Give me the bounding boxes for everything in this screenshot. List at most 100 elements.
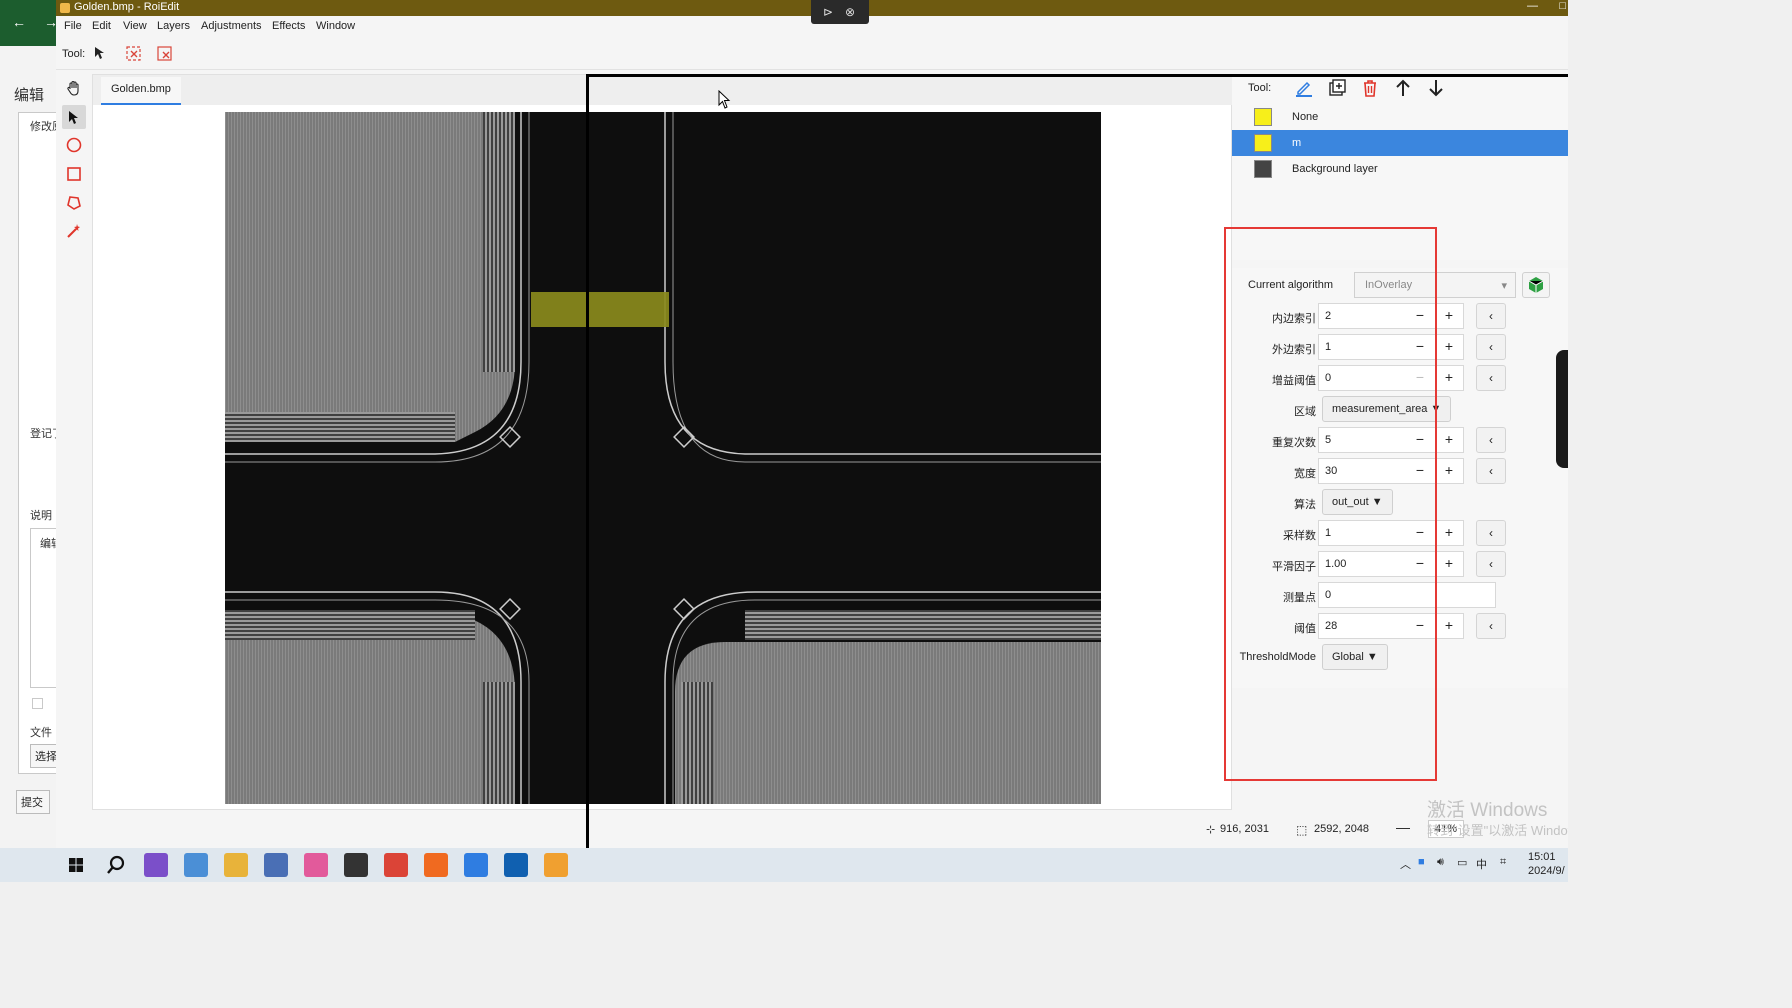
algorithm-select[interactable]: InOverlay ▾ bbox=[1354, 272, 1516, 298]
hand-icon[interactable] bbox=[62, 76, 86, 100]
layer-color-swatch bbox=[1254, 160, 1272, 178]
reset-value-button[interactable]: ‹ bbox=[1476, 303, 1506, 329]
increment-button[interactable]: + bbox=[1436, 303, 1462, 329]
property-label: 算法 bbox=[1294, 499, 1316, 511]
properties-panel: Current algorithm InOverlay ▾ 内边索引 2− + ‹ 外边… bbox=[1232, 268, 1568, 688]
layer-item[interactable]: None bbox=[1232, 104, 1568, 130]
menu-window[interactable]: Window bbox=[316, 20, 355, 32]
increment-button[interactable]: + bbox=[1436, 613, 1462, 639]
chrome-icon[interactable] bbox=[384, 853, 408, 877]
decrement-button[interactable]: − bbox=[1407, 303, 1433, 329]
reset-value-button[interactable]: ‹ bbox=[1476, 458, 1506, 484]
apply-algorithm-button[interactable] bbox=[1522, 272, 1550, 298]
menu-effects[interactable]: Effects bbox=[272, 20, 305, 32]
increment-button[interactable]: + bbox=[1436, 427, 1462, 453]
side-handle[interactable] bbox=[1556, 350, 1568, 468]
layer-item-selected[interactable]: m bbox=[1232, 130, 1568, 156]
edit-layer-icon[interactable] bbox=[1294, 78, 1314, 98]
layers-tool-label: Tool: bbox=[1248, 82, 1272, 94]
magic-wand-icon[interactable] bbox=[62, 219, 86, 243]
network-icon[interactable]: ▭ bbox=[1457, 856, 1467, 869]
add-layer-icon[interactable] bbox=[1327, 78, 1347, 98]
search-icon[interactable] bbox=[104, 853, 128, 877]
slack-icon[interactable] bbox=[304, 853, 328, 877]
image-view[interactable] bbox=[225, 112, 1101, 804]
decrement-button[interactable]: − bbox=[1407, 458, 1433, 484]
menu-adjustments[interactable]: Adjustments bbox=[201, 20, 262, 32]
decrement-button[interactable]: − bbox=[1407, 613, 1433, 639]
file-explorer-icon[interactable] bbox=[224, 853, 248, 877]
property-dropdown[interactable]: Global ▼ bbox=[1322, 644, 1388, 670]
circle-icon[interactable] bbox=[62, 133, 86, 157]
taskbar: ︿ ■ 🔊︎ ▭ 中 ⌗ 15:01 2024/9/ bbox=[0, 848, 1568, 882]
menu-file[interactable]: File bbox=[64, 20, 82, 32]
rectangle-icon[interactable] bbox=[62, 162, 86, 186]
minimize-button[interactable]: — bbox=[1527, 0, 1538, 12]
property-label: 测量点 bbox=[1283, 592, 1316, 604]
reset-value-button[interactable]: ‹ bbox=[1476, 365, 1506, 391]
increment-button[interactable]: + bbox=[1436, 551, 1462, 577]
increment-button[interactable]: + bbox=[1436, 365, 1462, 391]
back-arrow-icon[interactable]: ← bbox=[12, 14, 26, 30]
photos-icon[interactable] bbox=[184, 853, 208, 877]
roi-overlay[interactable] bbox=[531, 292, 669, 327]
tool-icon[interactable] bbox=[464, 853, 488, 877]
decrement-button[interactable]: − bbox=[1407, 551, 1433, 577]
msg-icon[interactable] bbox=[344, 853, 368, 877]
property-input[interactable]: 0 bbox=[1318, 582, 1496, 608]
zoom-out-button[interactable]: — bbox=[1396, 819, 1410, 835]
clear-selection-icon[interactable] bbox=[126, 46, 142, 62]
tray-expand-icon[interactable]: ︿ bbox=[1400, 856, 1411, 872]
increment-button[interactable]: + bbox=[1436, 334, 1462, 360]
pointer-icon[interactable] bbox=[94, 46, 110, 62]
increment-button[interactable]: + bbox=[1436, 458, 1462, 484]
decrement-button[interactable]: − bbox=[1407, 427, 1433, 453]
move-layer-down-icon[interactable] bbox=[1426, 78, 1446, 98]
move-layer-up-icon[interactable] bbox=[1393, 78, 1413, 98]
keyboard-icon[interactable]: ⌗ bbox=[1500, 856, 1506, 869]
tray-app-icon[interactable]: ■ bbox=[1418, 856, 1425, 868]
unity-icon[interactable] bbox=[424, 853, 448, 877]
current-algorithm-label: Current algorithm bbox=[1248, 279, 1333, 291]
left-toolbox bbox=[56, 74, 92, 814]
notepad-icon[interactable] bbox=[264, 853, 288, 877]
visual-studio-icon[interactable] bbox=[144, 853, 168, 877]
ime-indicator[interactable]: 中 bbox=[1476, 856, 1487, 872]
background-checkbox[interactable] bbox=[32, 698, 43, 709]
background-submit-button[interactable]: 提交 bbox=[16, 790, 50, 814]
decrement-button[interactable]: − bbox=[1407, 520, 1433, 546]
reset-value-button[interactable]: ‹ bbox=[1476, 334, 1506, 360]
polygon-icon[interactable] bbox=[62, 191, 86, 215]
property-label: 重复次数 bbox=[1272, 437, 1316, 449]
menu-layers[interactable]: Layers bbox=[157, 20, 190, 32]
layer-item[interactable]: Background layer bbox=[1232, 156, 1568, 182]
pointer-tool-icon[interactable] bbox=[62, 105, 86, 129]
canvas-area[interactable]: Golden.bmp bbox=[92, 74, 1233, 810]
menu-edit[interactable]: Edit bbox=[92, 20, 111, 32]
caret-down-icon: ▼ bbox=[1427, 403, 1442, 415]
increment-button[interactable]: + bbox=[1436, 520, 1462, 546]
remote-pin-icon[interactable]: ⊳ bbox=[823, 5, 833, 19]
caret-down-icon: ▼ bbox=[1363, 651, 1378, 663]
delete-roi-icon[interactable] bbox=[157, 46, 173, 62]
roiedit-icon[interactable] bbox=[544, 853, 568, 877]
maximize-button[interactable]: □ bbox=[1559, 0, 1566, 12]
volume-icon[interactable]: 🔊︎ bbox=[1437, 856, 1444, 869]
reset-value-button[interactable]: ‹ bbox=[1476, 427, 1506, 453]
reset-value-button[interactable]: ‹ bbox=[1476, 551, 1506, 577]
decrement-button[interactable]: − bbox=[1407, 334, 1433, 360]
app-icon bbox=[60, 3, 70, 13]
reset-value-button[interactable]: ‹ bbox=[1476, 520, 1506, 546]
reset-value-button[interactable]: ‹ bbox=[1476, 613, 1506, 639]
property-dropdown[interactable]: out_out ▼ bbox=[1322, 489, 1393, 515]
windows-start-icon[interactable] bbox=[64, 853, 88, 877]
document-tab[interactable]: Golden.bmp bbox=[101, 77, 181, 105]
property-dropdown[interactable]: measurement_area ▼ bbox=[1322, 396, 1452, 422]
clock[interactable]: 15:01 2024/9/ bbox=[1528, 850, 1565, 878]
decrement-button[interactable]: − bbox=[1407, 365, 1433, 391]
vs-icon[interactable] bbox=[504, 853, 528, 877]
layer-color-swatch bbox=[1254, 108, 1272, 126]
remote-close-icon[interactable]: ⊗ bbox=[845, 5, 855, 19]
menu-view[interactable]: View bbox=[123, 20, 147, 32]
delete-layer-icon[interactable] bbox=[1360, 78, 1380, 98]
